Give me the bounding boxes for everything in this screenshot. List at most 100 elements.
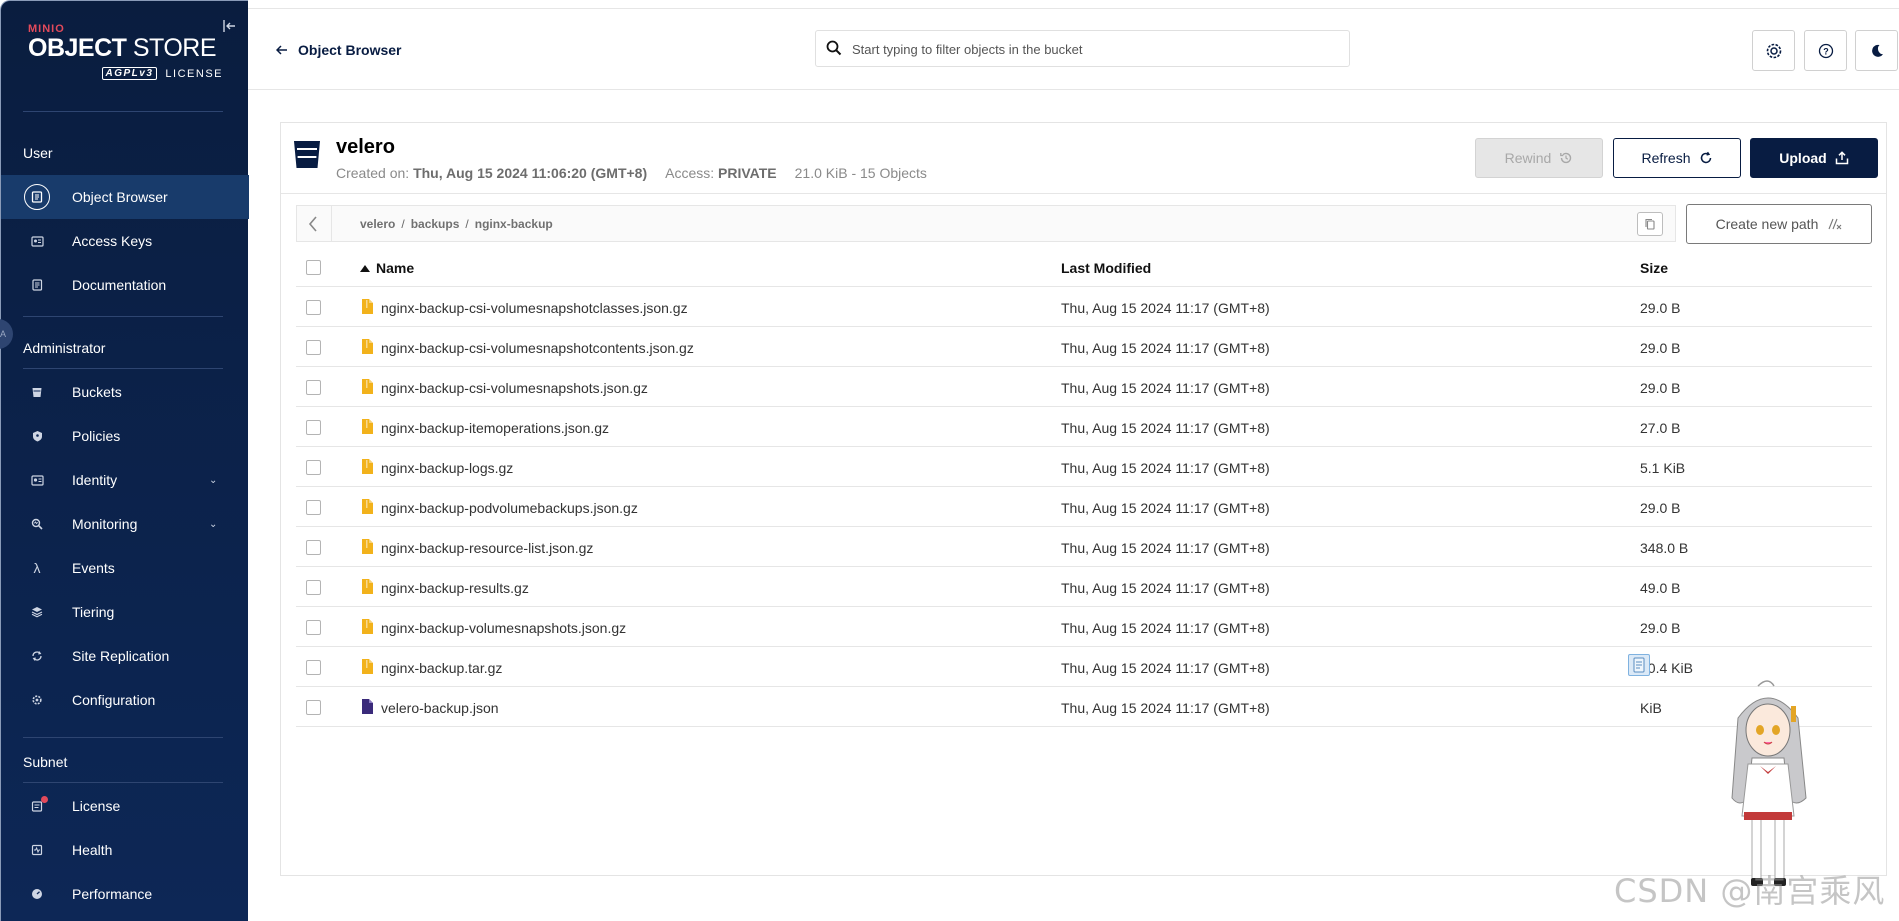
help-button[interactable]: ? (1804, 30, 1847, 71)
column-name-header[interactable]: Name (360, 260, 414, 276)
sidebar-item-site-replication[interactable]: Site Replication (1, 634, 249, 678)
column-modified-header[interactable]: Last Modified (1061, 260, 1151, 276)
health-icon (29, 842, 45, 858)
column-size-header[interactable]: Size (1640, 260, 1668, 276)
chevron-down-icon[interactable]: ⌄ (209, 475, 217, 486)
sidebar-item-documentation[interactable]: Documentation (1, 263, 249, 307)
arrow-left-icon (276, 45, 287, 55)
row-checkbox[interactable] (306, 540, 321, 555)
object-name[interactable]: nginx-backup-resource-list.json.gz (381, 540, 593, 556)
back-label: Object Browser (298, 42, 402, 58)
floating-preview-icon[interactable] (1628, 654, 1650, 676)
chevron-down-icon[interactable]: ⌄ (209, 519, 217, 530)
sidebar-item-access-keys[interactable]: Access Keys (1, 219, 249, 263)
search-box (815, 30, 1350, 67)
create-new-path-button[interactable]: Create new path (1686, 204, 1872, 244)
sidebar-item-identity[interactable]: Identity ⌄ (1, 458, 249, 502)
row-checkbox[interactable] (306, 380, 321, 395)
object-modified: Thu, Aug 15 2024 11:17 (GMT+8) (1061, 500, 1270, 516)
collapse-sidebar-icon[interactable] (223, 19, 239, 35)
table-row[interactable]: nginx-backup-logs.gz Thu, Aug 15 2024 11:… (296, 447, 1872, 487)
search-input[interactable] (852, 39, 1332, 59)
copy-path-button[interactable] (1637, 212, 1663, 236)
table-row[interactable]: nginx-backup-volumesnapshots.json.gz Thu,… (296, 607, 1872, 647)
sidebar-item-buckets[interactable]: Buckets (1, 370, 249, 414)
row-checkbox[interactable] (306, 660, 321, 675)
object-size: 29.0 B (1640, 300, 1681, 316)
row-checkbox[interactable] (306, 500, 321, 515)
performance-icon (29, 886, 45, 902)
card-divider (281, 193, 1886, 194)
sidebar-item-configuration[interactable]: Configuration (1, 678, 249, 722)
object-name[interactable]: nginx-backup-itemoperations.json.gz (381, 420, 609, 436)
watermark-text: CSDN @南宫乘风 (1614, 872, 1886, 910)
object-size: 27.0 B (1640, 420, 1681, 436)
object-size: 29.0 B (1640, 340, 1681, 356)
gear-icon (1766, 43, 1781, 58)
object-name[interactable]: nginx-backup-volumesnapshots.json.gz (381, 620, 626, 636)
sidebar-item-policies[interactable]: Policies (1, 414, 249, 458)
table-row[interactable]: nginx-backup-podvolumebackups.json.gz Thu… (296, 487, 1872, 527)
row-checkbox[interactable] (306, 340, 321, 355)
sidebar-item-object-browser[interactable]: Object Browser (1, 175, 249, 219)
sidebar-item-label: Access Keys (72, 233, 153, 249)
moon-icon (1871, 44, 1883, 57)
table-row[interactable]: nginx-backup-csi-volumesnapshotclasses.j… (296, 287, 1872, 327)
object-name[interactable]: velero-backup.json (381, 700, 499, 716)
sidebar-item-license[interactable]: License (1, 784, 249, 828)
object-name[interactable]: nginx-backup-podvolumebackups.json.gz (381, 500, 638, 516)
row-checkbox[interactable] (306, 580, 321, 595)
agpl-badge: AGPLv3 (101, 67, 158, 80)
section-administrator: Administrator (23, 340, 106, 356)
sidebar-item-health[interactable]: Health (1, 828, 249, 872)
side-tab-handle[interactable]: A (0, 319, 13, 349)
table-row[interactable]: nginx-backup-resource-list.json.gz Thu, A… (296, 527, 1872, 567)
breadcrumb-item[interactable]: velero (360, 217, 395, 231)
table-row[interactable]: nginx-backup-itemoperations.json.gz Thu, … (296, 407, 1872, 447)
object-modified: Thu, Aug 15 2024 11:17 (GMT+8) (1061, 700, 1270, 716)
rewind-label: Rewind (1504, 150, 1552, 166)
table-row[interactable]: nginx-backup-results.gz Thu, Aug 15 2024 … (296, 567, 1872, 607)
sidebar-item-tiering[interactable]: Tiering (1, 590, 249, 634)
sidebar-item-monitoring[interactable]: Monitoring ⌄ (1, 502, 249, 546)
upload-button[interactable]: Upload (1750, 138, 1878, 178)
copy-icon (1645, 218, 1655, 230)
settings-button[interactable] (1752, 30, 1795, 71)
object-name[interactable]: nginx-backup.tar.gz (381, 660, 502, 676)
row-checkbox[interactable] (306, 420, 321, 435)
object-name[interactable]: nginx-backup-csi-volumesnapshotclasses.j… (381, 300, 688, 316)
sidebar-item-events[interactable]: λ Events (1, 546, 249, 590)
refresh-button[interactable]: Refresh (1613, 138, 1741, 178)
brand-logo: MINIO OBJECT STORE AGPLv3 LICENSE (28, 23, 223, 93)
chevron-left-icon[interactable] (303, 214, 323, 234)
object-name[interactable]: nginx-backup-csi-volumesnapshots.json.gz (381, 380, 648, 396)
row-checkbox[interactable] (306, 460, 321, 475)
row-checkbox[interactable] (306, 300, 321, 315)
row-checkbox[interactable] (306, 700, 321, 715)
archive-file-icon (362, 419, 373, 434)
breadcrumb: velero / backups / nginx-backup (360, 217, 553, 231)
object-browser-icon (24, 184, 50, 210)
brand-store: STORE (126, 34, 217, 62)
back-to-object-browser[interactable]: Object Browser (276, 42, 401, 58)
table-row[interactable]: velero-backup.json Thu, Aug 15 2024 11:17… (296, 687, 1872, 727)
archive-file-icon (362, 379, 373, 394)
bucket-name: velero (336, 136, 395, 158)
breadcrumb-item[interactable]: backups (411, 217, 460, 231)
object-name[interactable]: nginx-backup-logs.gz (381, 460, 513, 476)
dark-mode-toggle[interactable] (1855, 30, 1898, 71)
object-name[interactable]: nginx-backup-results.gz (381, 580, 529, 596)
sidebar-item-performance[interactable]: Performance (1, 872, 249, 916)
breadcrumb-item[interactable]: nginx-backup (475, 217, 553, 231)
rewind-button[interactable]: Rewind (1475, 138, 1603, 178)
table-row[interactable]: nginx-backup-csi-volumesnapshots.json.gz… (296, 367, 1872, 407)
object-modified: Thu, Aug 15 2024 11:17 (GMT+8) (1061, 420, 1270, 436)
select-all-checkbox[interactable] (306, 260, 321, 275)
sidebar-item-label: Configuration (72, 692, 156, 708)
object-modified: Thu, Aug 15 2024 11:17 (GMT+8) (1061, 620, 1270, 636)
table-row[interactable]: nginx-backup-csi-volumesnapshotcontents.… (296, 327, 1872, 367)
object-size: KiB (1640, 700, 1662, 716)
object-name[interactable]: nginx-backup-csi-volumesnapshotcontents.… (381, 340, 694, 356)
row-checkbox[interactable] (306, 620, 321, 635)
sidebar-item-label: Documentation (72, 277, 167, 293)
